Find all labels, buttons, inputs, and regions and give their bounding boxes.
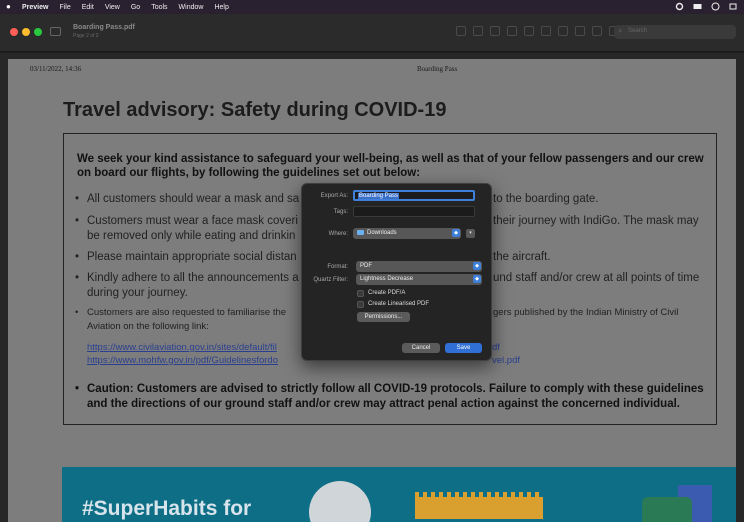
where-popup[interactable]: Downloads ◆ (353, 228, 461, 239)
where-label: Where: (328, 231, 348, 237)
cancel-button[interactable]: Cancel (402, 343, 440, 353)
zoom-in-icon[interactable] (490, 26, 500, 36)
document-title: Boarding Pass.pdf (73, 24, 135, 31)
apple-icon[interactable]: ● (6, 3, 14, 11)
expand-chevron-button[interactable]: ▾ (466, 229, 475, 238)
link-civil-aviation[interactable]: https://www.civilaviation.gov.in/sites/d… (87, 342, 500, 353)
chevron-updown-icon: ◆ (473, 262, 481, 270)
user-circle-icon[interactable] (711, 2, 720, 11)
permissions-button[interactable]: Permissions... (357, 312, 410, 322)
tags-label: Tags: (333, 209, 348, 215)
rotate-icon[interactable] (541, 26, 551, 36)
caution-notice: Caution: Customers are advised to strict… (75, 382, 705, 412)
banner-text: #SuperHabits for (82, 497, 252, 520)
create-pdfa-checkbox[interactable] (357, 290, 364, 297)
close-window-button[interactable] (10, 28, 18, 36)
advisory-heading: Travel advisory: Safety during COVID-19 (63, 99, 447, 121)
create-linearised-label: Create Linearised PDF (368, 301, 430, 307)
minimize-window-button[interactable] (22, 28, 30, 36)
chevron-updown-icon: ◆ (473, 275, 481, 283)
globe-illustration (642, 497, 692, 522)
print-date: 03/11/2022, 14:36 (30, 65, 82, 73)
toolbar-icons (456, 26, 619, 36)
create-pdfa-label: Create PDF/A (368, 290, 406, 296)
share-icon[interactable] (507, 26, 517, 36)
menu-edit[interactable]: Edit (82, 4, 94, 11)
menu-bar: ● Preview File Edit View Go Tools Window… (0, 0, 744, 14)
format-label: Format: (327, 264, 348, 270)
quartz-filter-popup[interactable]: Lightness Decrease ◆ (356, 274, 482, 285)
window-toolbar: Boarding Pass.pdf Page 2 of 2 Search (0, 14, 744, 52)
folder-icon (357, 230, 364, 235)
page-indicator: Page 2 of 2 (73, 33, 99, 39)
ruler-illustration (415, 492, 543, 519)
menu-go[interactable]: Go (131, 4, 140, 11)
sidebar-toggle-icon[interactable] (50, 27, 61, 36)
search-field[interactable]: Search (614, 25, 736, 39)
gear-icon[interactable] (675, 2, 684, 11)
users-icon[interactable] (693, 2, 702, 11)
format-popup[interactable]: PDF ◆ (356, 261, 482, 272)
markup-icon[interactable] (558, 26, 568, 36)
menu-window[interactable]: Window (179, 4, 204, 11)
battery-icon[interactable] (729, 2, 738, 11)
zoom-window-button[interactable] (34, 28, 42, 36)
zoom-out-icon[interactable] (473, 26, 483, 36)
quartz-filter-label: Quartz Filter: (313, 277, 348, 283)
menu-preview[interactable]: Preview (22, 4, 48, 11)
form-icon[interactable] (575, 26, 585, 36)
menu-view[interactable]: View (105, 4, 120, 11)
export-dialog: Export As: Boarding Pass Tags: Where: Do… (301, 183, 492, 361)
face-mask-illustration (309, 481, 371, 522)
page-header: Boarding Pass (417, 65, 458, 73)
menu-tools[interactable]: Tools (151, 4, 167, 11)
advisory-intro: We seek your kind assistance to safeguar… (77, 153, 704, 179)
link-mohfw[interactable]: https://www.mohfw.gov.in/pdf/Guidelinesf… (87, 355, 520, 366)
menu-file[interactable]: File (59, 4, 70, 11)
export-as-field[interactable]: Boarding Pass (353, 190, 475, 201)
superhabits-banner: #SuperHabits for (62, 467, 736, 522)
create-linearised-checkbox[interactable] (357, 301, 364, 308)
tags-field[interactable] (353, 206, 475, 217)
menu-help[interactable]: Help (214, 4, 228, 11)
highlight-icon[interactable] (524, 26, 534, 36)
chevron-updown-icon: ◆ (452, 229, 460, 237)
export-as-label: Export As: (320, 193, 348, 199)
save-button[interactable]: Save (445, 343, 482, 353)
sign-icon[interactable] (592, 26, 602, 36)
info-icon[interactable] (456, 26, 466, 36)
